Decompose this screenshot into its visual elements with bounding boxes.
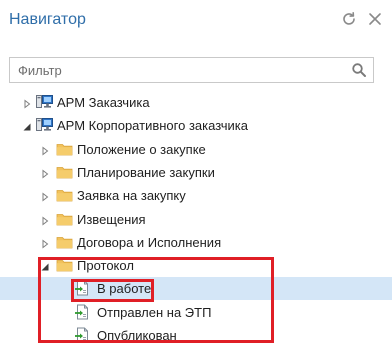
tree-item-label: Заявка на закупку <box>77 188 186 204</box>
search-icon[interactable] <box>351 62 367 78</box>
tree-item[interactable]: В работе <box>0 277 392 301</box>
collapsed-arrow-icon[interactable] <box>40 214 50 226</box>
document-arrow-icon <box>74 280 91 296</box>
tree-item[interactable]: АРМ Заказчика <box>0 91 392 114</box>
tree-item-label: Извещения <box>77 211 146 227</box>
tree-item-label: Договора и Исполнения <box>77 234 222 250</box>
tree-item[interactable]: Опубликован <box>0 324 392 347</box>
tree-item-label: АРМ Заказчика <box>57 95 150 110</box>
collapsed-arrow-icon[interactable] <box>40 167 50 179</box>
tree-item[interactable]: Протокол <box>0 254 392 277</box>
filter-box <box>9 57 374 83</box>
folder-icon <box>56 211 73 227</box>
panel-title: Навигатор <box>9 11 86 28</box>
document-arrow-icon <box>74 327 91 343</box>
folder-icon <box>56 234 73 250</box>
folder-icon <box>56 164 73 180</box>
folder-icon <box>56 141 73 157</box>
folder-icon <box>56 257 73 273</box>
collapsed-arrow-icon[interactable] <box>40 237 50 249</box>
tree-item-label: АРМ Корпоративного заказчика <box>57 118 248 134</box>
tree-item-label: Протокол <box>77 258 134 274</box>
navigator-header: Навигатор <box>0 0 392 40</box>
expanded-arrow-icon[interactable] <box>40 260 50 271</box>
folder-icon <box>56 187 73 203</box>
collapsed-arrow-icon[interactable] <box>40 144 50 156</box>
collapsed-arrow-icon[interactable] <box>40 190 50 202</box>
tree-item[interactable]: АРМ Корпоративного заказчика <box>0 114 392 137</box>
collapsed-arrow-icon[interactable] <box>22 97 32 109</box>
tree-item-label: Планирование закупки <box>77 164 215 180</box>
refresh-icon[interactable] <box>338 8 360 30</box>
tree-item[interactable]: Договора и Исполнения <box>0 231 392 254</box>
filter-input[interactable] <box>10 58 340 82</box>
close-icon[interactable] <box>364 8 386 30</box>
tree-item[interactable]: Планирование закупки <box>0 161 392 184</box>
workstation-icon <box>36 94 53 110</box>
document-arrow-icon <box>74 304 91 320</box>
tree-item-label: Опубликован <box>97 328 177 343</box>
expanded-arrow-icon[interactable] <box>22 120 32 131</box>
tree-item[interactable]: Заявка на закупку <box>0 184 392 207</box>
tree-item-label: В работе <box>97 281 152 297</box>
tree-item[interactable]: Положение о закупке <box>0 138 392 161</box>
tree-item[interactable]: Извещения <box>0 208 392 231</box>
tree-item-label: Отправлен на ЭТП <box>97 304 212 320</box>
tree-item-label: Положение о закупке <box>77 141 206 157</box>
tree-item[interactable]: Отправлен на ЭТП <box>0 301 392 324</box>
workstation-icon <box>36 117 53 133</box>
